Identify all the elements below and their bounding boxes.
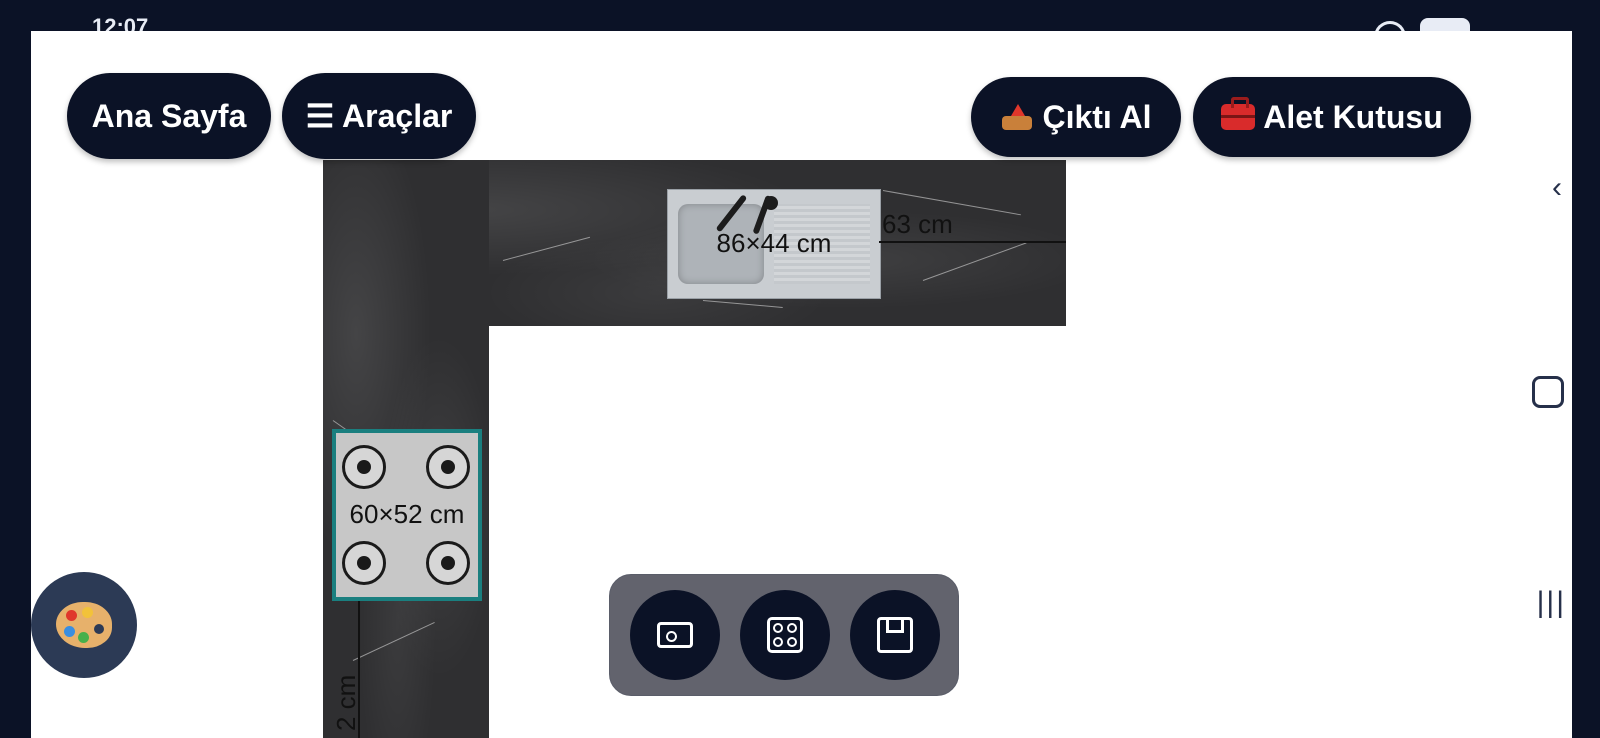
toolbox-button[interactable]: Alet Kutusu: [1193, 77, 1471, 157]
export-button[interactable]: Çıktı Al: [971, 77, 1181, 157]
home-button-label: Ana Sayfa: [91, 97, 247, 134]
add-sink-button[interactable]: [630, 590, 720, 680]
top-dimension-label: 63 cm: [882, 209, 953, 239]
app-canvas: Ana Sayfa ☰ Araçlar Çıktı Al Alet Kutusu…: [31, 31, 1572, 738]
recents-nav-icon[interactable]: |||: [1537, 586, 1566, 620]
burner-icon: [342, 445, 386, 489]
hob-element[interactable]: 60×52 cm: [332, 429, 482, 601]
home-nav-icon[interactable]: [1532, 376, 1564, 408]
tools-button-label: ☰ Araçlar: [305, 98, 453, 134]
export-button-label: Çıktı Al: [1042, 98, 1152, 135]
burner-icon: [426, 445, 470, 489]
material-palette-button[interactable]: [31, 572, 137, 678]
palette-icon: [56, 602, 112, 648]
burner-icon: [426, 541, 470, 585]
tools-menu-button[interactable]: ☰ Araçlar: [282, 73, 476, 159]
faucet-knob: [764, 196, 778, 210]
sink-icon: [657, 622, 693, 648]
panel-icon: [877, 617, 913, 653]
home-button[interactable]: Ana Sayfa: [67, 73, 271, 159]
toolbox-button-label: Alet Kutusu: [1263, 98, 1443, 135]
left-dimension-label: 2 cm: [331, 674, 361, 731]
hob-size-label: 60×52 cm: [349, 499, 465, 529]
sink-size-label: 86×44 cm: [716, 228, 832, 258]
add-hob-button[interactable]: [740, 590, 830, 680]
add-panel-button[interactable]: [850, 590, 940, 680]
hob-icon: [767, 617, 803, 653]
sink-element[interactable]: 86×44 cm: [667, 189, 881, 299]
top-dimension-line: [879, 241, 1066, 243]
toolbox-icon: [1221, 97, 1256, 130]
bottom-toolbar: [609, 574, 959, 696]
back-nav-icon[interactable]: ‹: [1552, 171, 1562, 205]
outbox-tray-icon: [1000, 104, 1034, 130]
burner-icon: [342, 541, 386, 585]
